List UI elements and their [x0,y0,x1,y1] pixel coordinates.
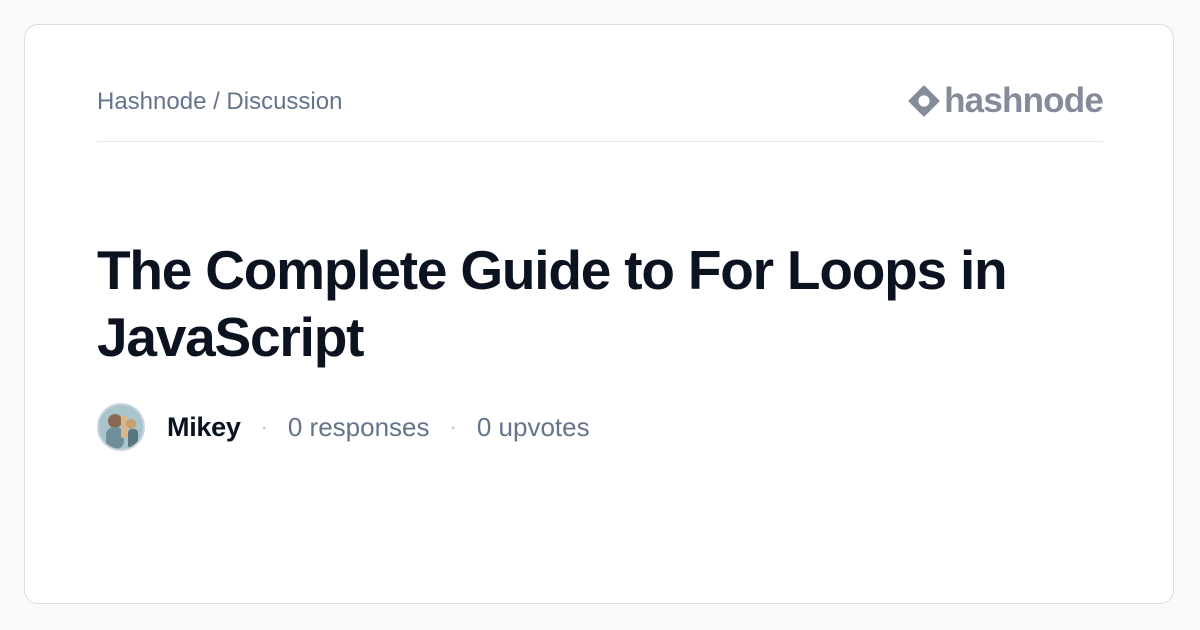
social-card: Hashnode / Discussion hashnode The Compl… [24,24,1174,604]
meta-separator: · [449,414,457,439]
author-name[interactable]: Mikey [167,412,241,443]
brand-logo[interactable]: hashnode [908,81,1104,121]
post-meta: Mikey · 0 responses · 0 upvotes [97,403,590,451]
post-title[interactable]: The Complete Guide to For Loops in JavaS… [97,237,1057,371]
upvotes-count[interactable]: 0 upvotes [477,412,590,443]
brand-wordmark: hashnode [944,81,1104,120]
author-avatar[interactable] [97,403,145,451]
card-header: Hashnode / Discussion hashnode [97,77,1104,142]
responses-count[interactable]: 0 responses [288,412,430,443]
breadcrumb[interactable]: Hashnode / Discussion [97,87,342,117]
meta-separator: · [260,414,268,439]
hashnode-logo-icon [908,85,940,117]
